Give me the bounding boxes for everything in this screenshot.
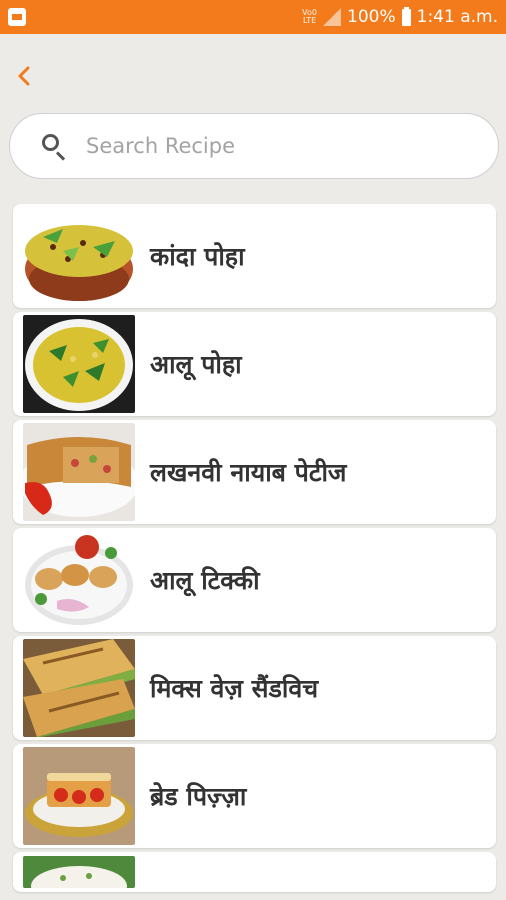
volte-icon: Vo0 LTE (302, 9, 317, 25)
back-button[interactable] (8, 58, 40, 94)
recipe-title: लखनवी नायाब पेटीज (150, 458, 347, 487)
battery-icon (401, 6, 411, 26)
recipe-title: मिक्स वेज़ सैंडविच (150, 674, 319, 703)
notification-app-icon (8, 8, 26, 26)
recipe-item[interactable] (13, 852, 496, 892)
recipe-thumbnail (23, 531, 135, 629)
status-left (8, 8, 26, 26)
recipe-item[interactable]: कांदा पोहा (13, 204, 496, 308)
recipe-title: ब्रेड पिज़्ज़ा (150, 782, 247, 811)
signal-icon (323, 8, 342, 26)
recipe-thumbnail (23, 315, 135, 413)
recipe-list: कांदा पोहा आलू पोहा लखनवी नायाब पेटीज आल… (13, 204, 496, 896)
recipe-title: कांदा पोहा (150, 242, 245, 271)
recipe-item[interactable]: आलू पोहा (13, 312, 496, 416)
recipe-thumbnail (23, 856, 135, 888)
search-input[interactable] (86, 134, 466, 158)
recipe-thumbnail (23, 423, 135, 521)
chevron-left-icon (18, 66, 30, 86)
search-icon (40, 132, 68, 161)
status-right: Vo0 LTE 100% 1:41 a.m. (302, 6, 498, 27)
status-bar: Vo0 LTE 100% 1:41 a.m. (0, 0, 506, 34)
recipe-item[interactable]: लखनवी नायाब पेटीज (13, 420, 496, 524)
recipe-item[interactable]: ब्रेड पिज़्ज़ा (13, 744, 496, 848)
recipe-thumbnail (23, 207, 135, 305)
recipe-thumbnail (23, 639, 135, 737)
recipe-item[interactable]: आलू टिक्की (13, 528, 496, 632)
recipe-title: आलू पोहा (150, 350, 242, 379)
search-bar[interactable] (9, 113, 499, 179)
recipe-item[interactable]: मिक्स वेज़ सैंडविच (13, 636, 496, 740)
battery-percent: 100% (347, 7, 396, 27)
recipe-title: आलू टिक्की (150, 566, 260, 595)
volte-bottom-label: LTE (302, 16, 317, 25)
clock: 1:41 a.m. (416, 7, 498, 27)
recipe-thumbnail (23, 747, 135, 845)
